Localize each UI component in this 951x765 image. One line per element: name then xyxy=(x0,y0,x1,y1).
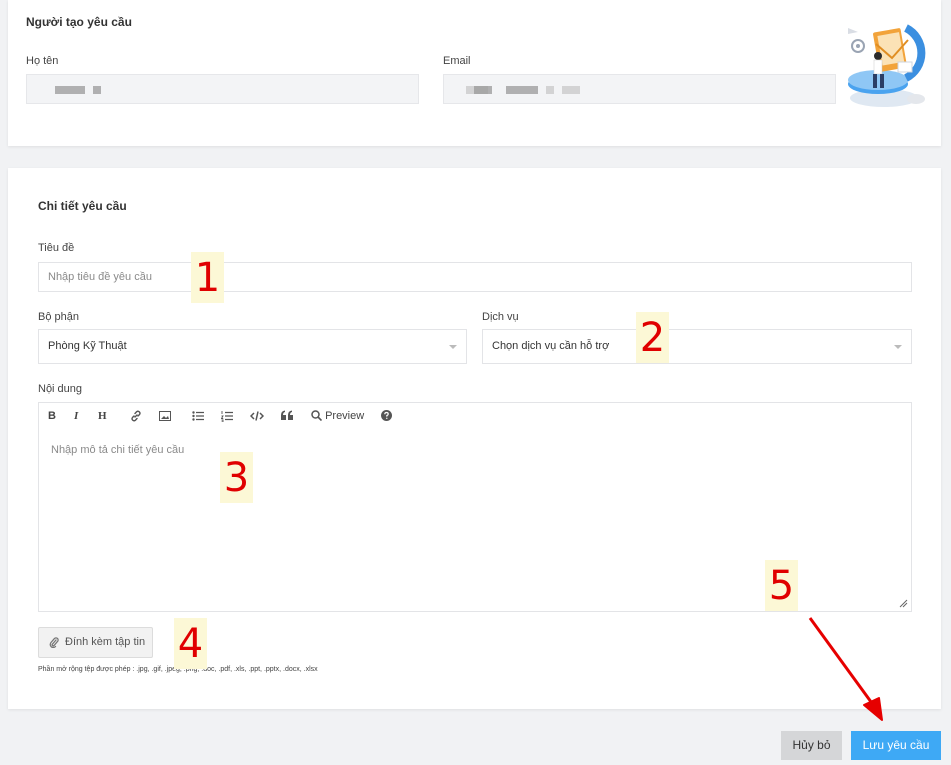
subject-label: Tiêu đề xyxy=(38,242,75,254)
cancel-button[interactable]: Hủy bỏ xyxy=(781,731,842,760)
name-field xyxy=(26,74,419,104)
attach-file-button[interactable]: Đính kèm tập tin xyxy=(38,627,153,658)
annotation-3: 3 xyxy=(220,452,253,503)
content-label: Nội dung xyxy=(38,383,83,395)
detail-section-title: Chi tiết yêu cầu xyxy=(38,199,127,213)
redacted-email-part xyxy=(506,86,538,94)
service-label: Dịch vụ xyxy=(482,311,519,323)
annotation-arrow xyxy=(808,617,883,721)
content-placeholder: Nhập mô tả chi tiết yêu cầu xyxy=(51,444,185,456)
redacted-name-part xyxy=(93,86,101,94)
link-icon[interactable] xyxy=(130,410,142,422)
chevron-down-icon xyxy=(449,345,457,349)
italic-button[interactable]: I xyxy=(74,409,78,423)
help-icon[interactable] xyxy=(381,410,392,421)
resize-handle-icon[interactable] xyxy=(898,598,908,608)
paperclip-icon xyxy=(49,637,59,648)
service-select-value: Chọn dịch vụ cần hỗ trợ xyxy=(492,340,610,352)
chevron-down-icon xyxy=(894,345,902,349)
attach-file-label: Đính kèm tập tin xyxy=(65,636,146,648)
preview-button[interactable]: Preview xyxy=(311,409,364,423)
unordered-list-icon[interactable] xyxy=(192,410,204,422)
heading-button[interactable]: H xyxy=(98,409,107,423)
editor-toolbar: B I H Preview xyxy=(39,403,911,429)
ordered-list-icon[interactable] xyxy=(221,410,233,422)
redacted-email-part xyxy=(562,86,580,94)
annotation-5: 5 xyxy=(765,560,798,611)
bold-button[interactable]: B xyxy=(48,409,56,423)
subject-input[interactable]: Nhập tiêu đề yêu cầu xyxy=(38,262,912,292)
annotation-2: 2 xyxy=(636,312,669,363)
redacted-name xyxy=(55,86,85,94)
code-icon[interactable] xyxy=(250,410,264,422)
creator-section-title: Người tạo yêu cầu xyxy=(26,15,132,29)
email-field xyxy=(443,74,836,104)
service-select[interactable]: Chọn dịch vụ cần hỗ trợ xyxy=(482,329,912,364)
redacted-email-part xyxy=(546,86,554,94)
email-label: Email xyxy=(443,55,471,67)
save-request-button[interactable]: Lưu yêu cầu xyxy=(851,731,941,760)
support-illustration xyxy=(848,24,926,107)
search-icon xyxy=(311,410,322,421)
creator-card: Người tạo yêu cầu Họ tên Email xyxy=(8,0,941,146)
annotation-4: 4 xyxy=(174,618,207,669)
preview-label: Preview xyxy=(325,410,365,422)
department-label: Bộ phận xyxy=(38,311,79,323)
redacted-email-part xyxy=(474,86,492,94)
annotation-1: 1 xyxy=(191,252,224,303)
quote-icon[interactable] xyxy=(281,410,293,421)
image-icon[interactable] xyxy=(159,411,171,421)
department-select-value: Phòng Kỹ Thuật xyxy=(48,340,127,352)
department-select[interactable]: Phòng Kỹ Thuật xyxy=(38,329,467,364)
name-label: Họ tên xyxy=(26,55,59,67)
